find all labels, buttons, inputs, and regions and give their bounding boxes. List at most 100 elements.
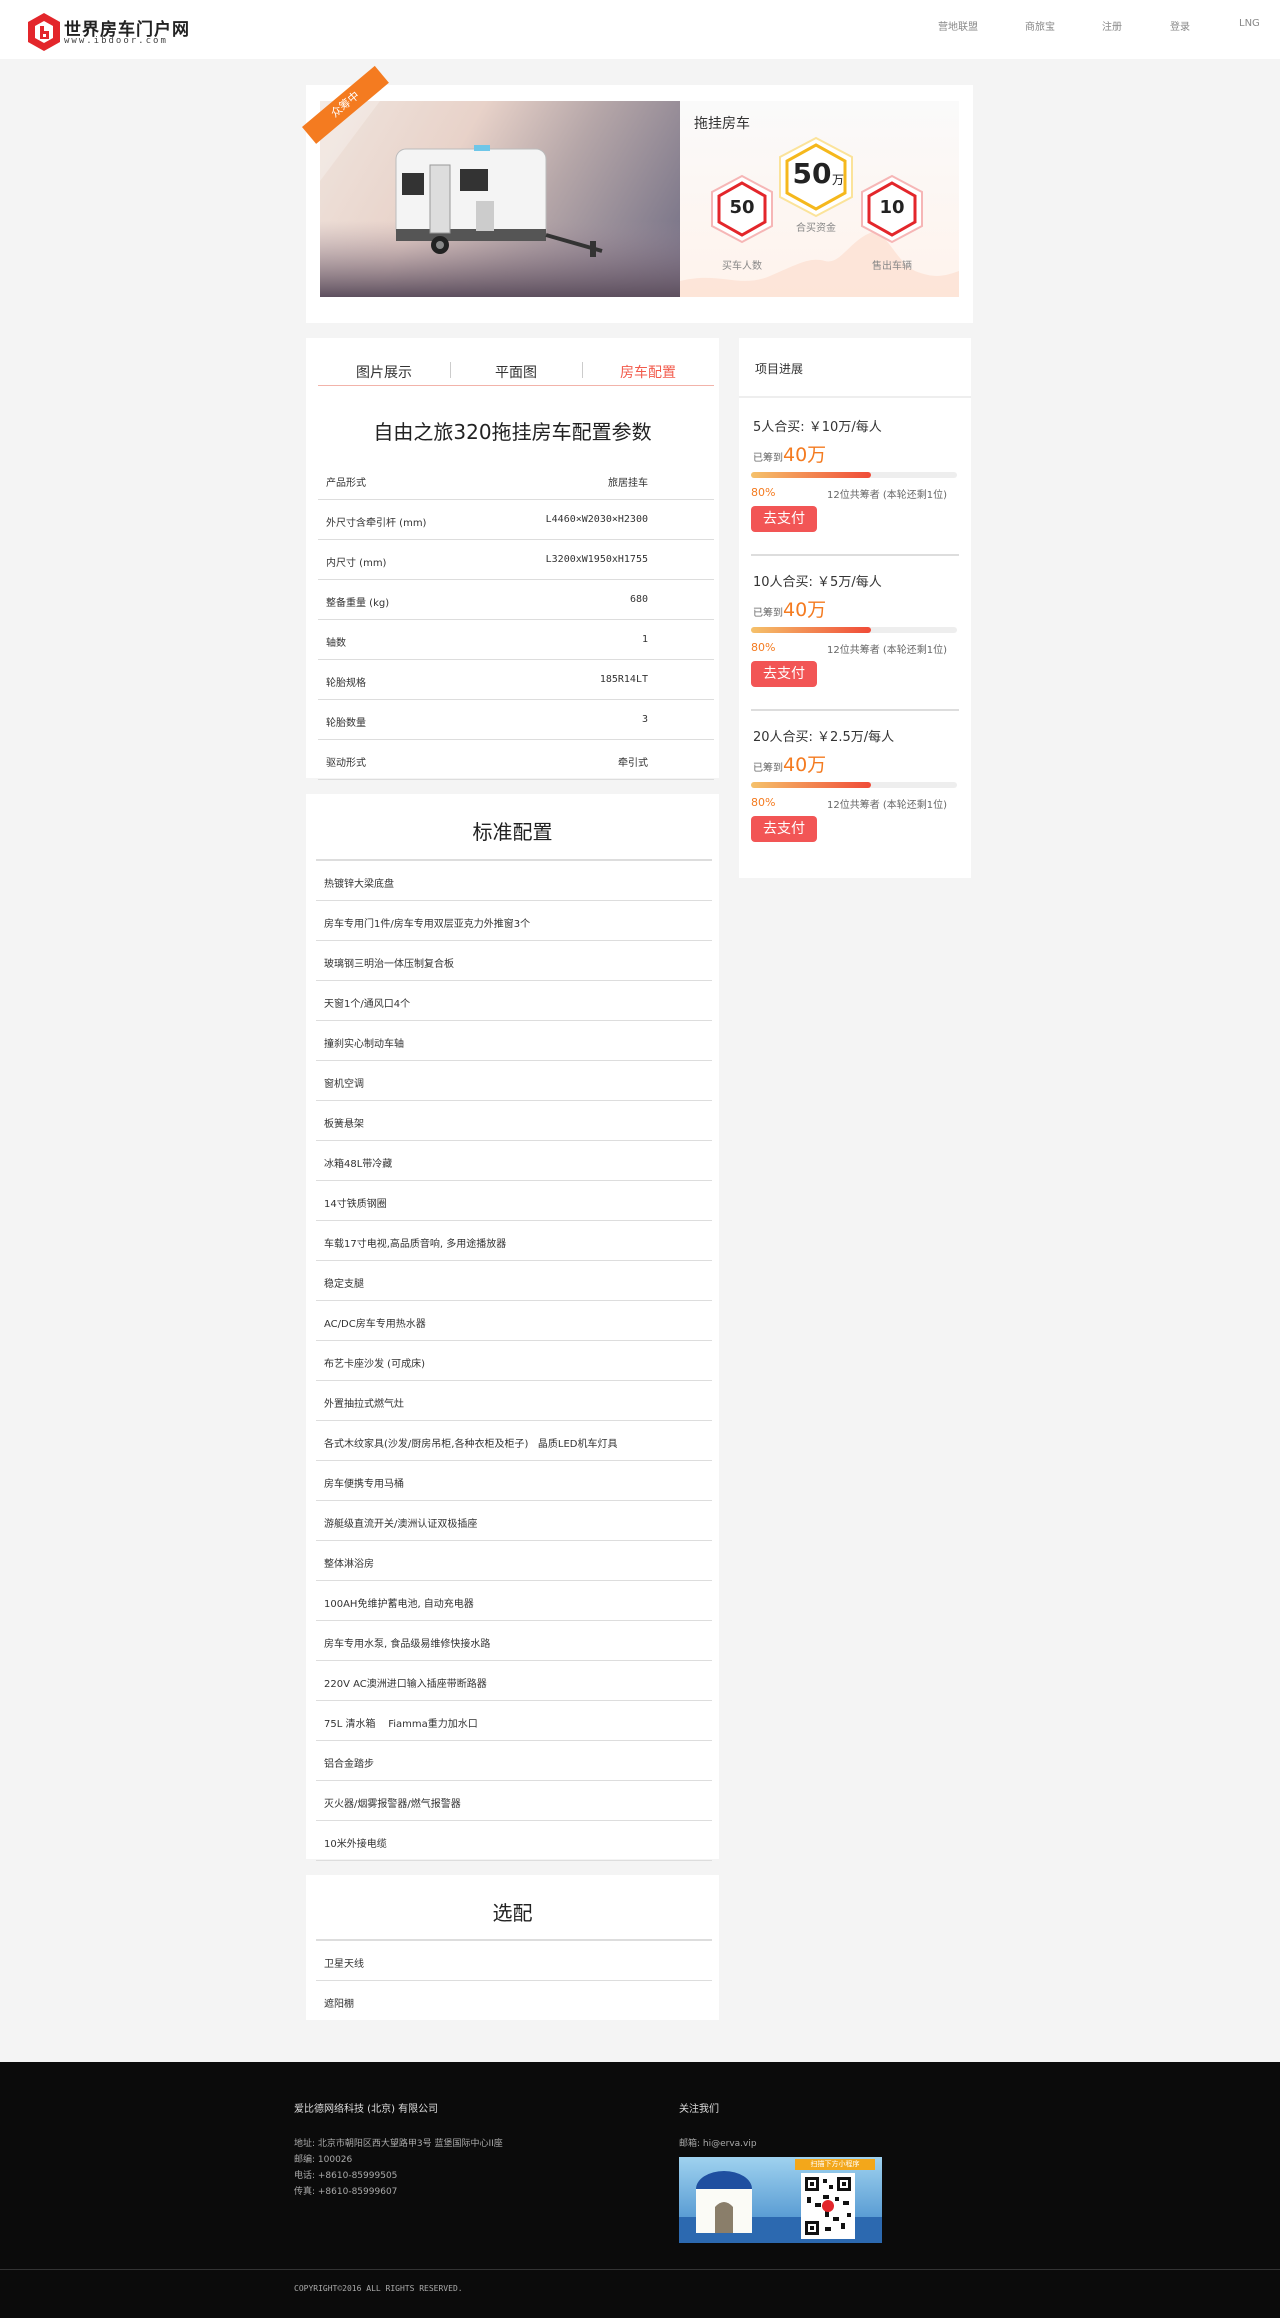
- optional-config-label: 遮阳棚: [324, 1999, 354, 2010]
- progress-fill: [751, 627, 872, 633]
- hex-sold: 10: [856, 173, 928, 245]
- optional-config-item: 遮阳棚: [316, 1981, 712, 2021]
- param-row: 产品形式 旅居挂车: [318, 460, 714, 500]
- footer-postcode: 邮编: 100026: [294, 2155, 353, 2165]
- pay-button[interactable]: 去支付: [751, 661, 817, 687]
- param-value: L4460×W2030×H2300: [545, 514, 648, 525]
- standard-config-label: 房车专用水泵, 食品级易维修快接水路: [324, 1639, 491, 1650]
- progress-fill: [751, 472, 872, 478]
- standard-config-item: 房车专用门1件/房车专用双层亚克力外推窗3个: [316, 901, 712, 941]
- standard-config-label: AC/DC房车专用热水器: [324, 1319, 426, 1330]
- param-row: 整备重量 (kg) 680: [318, 580, 714, 620]
- param-value: 1: [641, 634, 648, 645]
- param-key: 轮胎规格: [326, 678, 366, 689]
- params-title: 自由之旅320拖挂房车配置参数: [373, 420, 652, 444]
- product-banner: 众筹中 拖挂房车 50 买车人数 50 万 合买资金 10 售出车辆: [302, 65, 973, 323]
- pay-button[interactable]: 去支付: [751, 816, 817, 842]
- nav-camp-alliance[interactable]: 营地联盟: [938, 18, 978, 33]
- fund-value: 50: [792, 157, 832, 190]
- funding-plan: 10人合买: ￥5万/每人 已筹到40万 80% 12位共筹者 (本轮还剩1位) 去支付: [751, 571, 971, 701]
- standard-config-label: 冰箱48L带冷藏: [324, 1159, 393, 1170]
- param-value: 185R14LT: [599, 674, 648, 685]
- param-key: 外尺寸含牵引杆 (mm): [326, 518, 427, 529]
- top-header: 世界房车门户网 www.ibdoor.com 营地联盟 商旅宝 注册 登录 LN…: [0, 0, 1280, 59]
- param-key: 轴数: [326, 638, 346, 649]
- standard-config-label: 各式木纹家具(沙发/厨房吊柜,各种衣柜及柜子) 晶质LED机车灯具: [324, 1439, 618, 1450]
- standard-config-item: 稳定支腿: [316, 1261, 712, 1301]
- logo-icon[interactable]: [26, 12, 62, 52]
- nav-business-travel[interactable]: 商旅宝: [1025, 18, 1055, 33]
- caravan-photo: [320, 101, 680, 297]
- footer-phone: 电话: +8610-85999505: [294, 2171, 398, 2181]
- tab-config[interactable]: 房车配置: [582, 362, 714, 382]
- standard-config-label: 撞刹实心制动车轴: [324, 1039, 404, 1050]
- optional-config-label: 卫星天线: [324, 1959, 364, 1970]
- hex-fund: 50 万 合买资金: [774, 135, 858, 234]
- standard-config-label: 14寸铁质钢圈: [324, 1199, 387, 1210]
- plan-raised: 已筹到40万: [753, 750, 826, 777]
- plan-percent: 80%: [751, 486, 776, 499]
- standard-config-item: 天窗1个/通风口4个: [316, 981, 712, 1021]
- tab-photos[interactable]: 图片展示: [318, 362, 450, 382]
- buyers-caption: 买车人数: [722, 261, 762, 272]
- param-value: 旅居挂车: [608, 478, 648, 489]
- funding-plan: 5人合买: ￥10万/每人 已筹到40万 80% 12位共筹者 (本轮还剩1位) 去支付: [751, 416, 971, 546]
- plan-raised: 已筹到40万: [753, 440, 826, 467]
- tab-floor-plan[interactable]: 平面图: [450, 362, 582, 382]
- standard-config-label: 灭火器/烟雾报警器/燃气报警器: [324, 1799, 461, 1810]
- standard-config-item: 布艺卡座沙发 (可成床): [316, 1341, 712, 1381]
- standard-config-label: 整体淋浴房: [324, 1559, 374, 1570]
- standard-config-item: 灭火器/烟雾报警器/燃气报警器: [316, 1781, 712, 1821]
- progress-card: 项目进展 5人合买: ￥10万/每人 已筹到40万 80% 12位共筹者 (本轮还剩1…: [739, 338, 971, 878]
- standard-config-label: 房车便携专用马桶: [324, 1479, 404, 1490]
- optional-config-title: 选配: [492, 1901, 533, 1925]
- standard-config-label: 车载17寸电视,高品质音响, 多用途播放器: [324, 1239, 507, 1250]
- nav-lng[interactable]: LNG: [1239, 18, 1260, 29]
- plan-title: 10人合买: ￥5万/每人: [753, 575, 882, 590]
- sold-value: 10: [879, 197, 905, 218]
- param-row: 驱动形式 牵引式: [318, 740, 714, 780]
- footer-address: 地址: 北京市朝阳区西大望路甲3号 蓝堡国际中心II座: [294, 2139, 503, 2149]
- standard-config-label: 外置抽拉式燃气灶: [324, 1399, 404, 1410]
- param-key: 整备重量 (kg): [326, 598, 390, 609]
- param-value: 680: [629, 594, 648, 605]
- plan-title: 20人合买: ￥2.5万/每人: [753, 730, 895, 745]
- plan-raised-label: 已筹到: [753, 608, 783, 619]
- plan-raised: 已筹到40万: [753, 595, 826, 622]
- standard-config-item: 整体淋浴房: [316, 1541, 712, 1581]
- standard-config-label: 游艇级直流开关/澳洲认证双极插座: [324, 1519, 478, 1530]
- plan-percent: 80%: [751, 796, 776, 809]
- copyright: COPYRIGHT©2016 ALL RIGHTS RESERVED.: [294, 2284, 463, 2293]
- plan-raised-amount: 40万: [783, 754, 827, 776]
- param-row: 内尺寸 (mm) L3200xW1950xH1755: [318, 540, 714, 580]
- standard-config-label: 热镀锌大梁底盘: [324, 879, 394, 890]
- standard-config-item: 各式木纹家具(沙发/厨房吊柜,各种衣柜及柜子) 晶质LED机车灯具: [316, 1421, 712, 1461]
- standard-config-item: 板簧悬架: [316, 1101, 712, 1141]
- param-value: L3200xW1950xH1755: [545, 554, 648, 565]
- plan-raised-amount: 40万: [783, 599, 827, 621]
- standard-config-item: 窗机空调: [316, 1061, 712, 1101]
- plan-title: 5人合买: ￥10万/每人: [753, 420, 882, 435]
- standard-config-item: 14寸铁质钢圈: [316, 1181, 712, 1221]
- progress-title: 项目进展: [755, 362, 804, 376]
- footer-company: 爱比德网络科技 (北京) 有限公司: [294, 2104, 439, 2115]
- footer-email[interactable]: 邮箱: hi@erva.vip: [679, 2136, 757, 2149]
- footer-follow: 关注我们: [679, 2104, 719, 2115]
- stats-panel: 拖挂房车 50 买车人数 50 万 合买资金 10 售出车辆: [680, 101, 959, 297]
- nav-register[interactable]: 注册: [1102, 18, 1122, 33]
- nav-login[interactable]: 登录: [1170, 18, 1190, 33]
- divider: [751, 554, 959, 556]
- standard-config-label: 铝合金踏步: [324, 1759, 374, 1770]
- tab-bar: 图片展示 平面图 房车配置: [318, 356, 714, 386]
- product-type-title: 拖挂房车: [694, 116, 750, 132]
- caravan-image: [320, 101, 680, 297]
- standard-config-label: 天窗1个/通风口4个: [324, 999, 411, 1010]
- qr-code-icon[interactable]: [801, 2173, 855, 2239]
- pay-button[interactable]: 去支付: [751, 506, 817, 532]
- standard-config-item: 热镀锌大梁底盘: [316, 861, 712, 901]
- standard-config-item: 10米外接电缆: [316, 1821, 712, 1861]
- footer-divider: [0, 2269, 1280, 2270]
- plan-raised-amount: 40万: [783, 444, 827, 466]
- standard-config-label: 板簧悬架: [324, 1119, 364, 1130]
- divider: [739, 396, 971, 398]
